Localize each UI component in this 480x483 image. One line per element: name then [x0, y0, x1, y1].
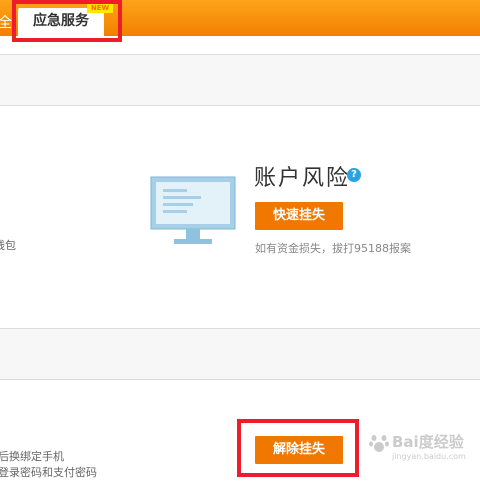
left-cut-line1-wrap: 后换绑定手机 — [0, 448, 70, 462]
highlight-annotation-tab — [12, 0, 122, 42]
baidu-watermark: Bai度经验 jingyan.baidu.com — [368, 428, 476, 468]
left-cut-text: 钱包 — [0, 239, 16, 252]
highlight-annotation-button — [237, 419, 359, 477]
section-header-account — [0, 54, 480, 106]
account-risk-title: 账户风险 — [254, 166, 351, 191]
watermark-title: Bai度经验 — [392, 433, 464, 451]
monitor-icon — [150, 176, 236, 244]
page: 全 应急服务 NEW 钱包 账户风险 ? 快速挂失 如有资金损失，拔打95188… — [0, 0, 480, 483]
left-cut-line2-wrap: 登录密码和支付密码 — [0, 464, 100, 478]
watermark-url: jingyan.baidu.com — [392, 452, 466, 461]
paw-logo-icon — [369, 435, 389, 452]
section-header-unfreeze — [0, 328, 480, 380]
left-cut-line2: 登录密码和支付密码 — [0, 466, 97, 478]
left-cut-line1: 后换绑定手机 — [0, 450, 64, 462]
risk-hint-text: 如有资金损失，拔打95188报案 — [255, 242, 411, 255]
tab-cut-off-label: 全 — [0, 15, 12, 31]
help-icon[interactable]: ? — [347, 168, 361, 182]
tab-cut-off[interactable]: 全 — [0, 10, 12, 36]
left-cut-text-wrap: 钱包 — [0, 236, 16, 252]
quick-report-loss-button[interactable]: 快速挂失 — [255, 202, 343, 230]
